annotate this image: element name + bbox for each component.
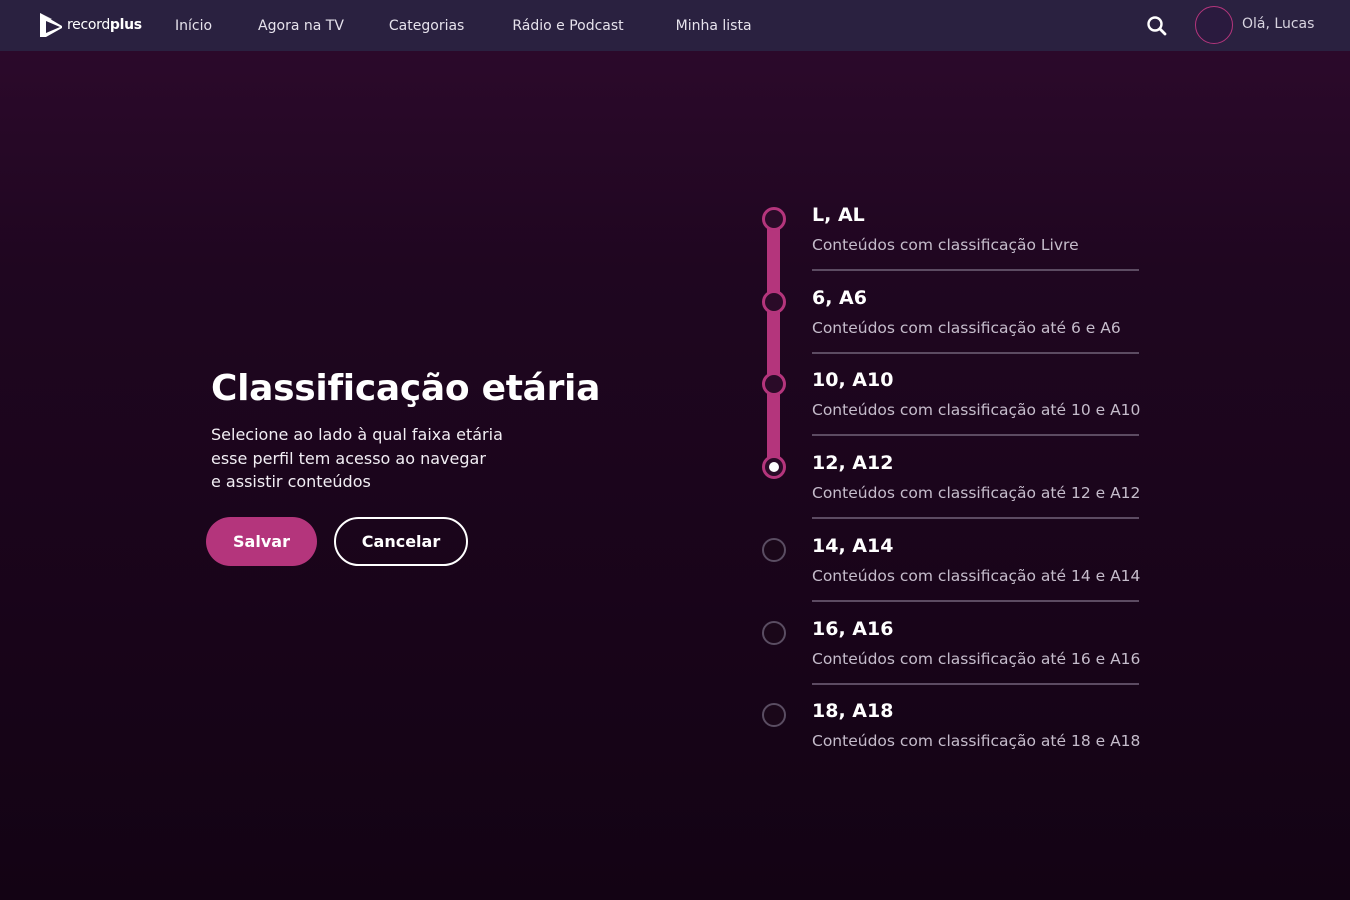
divider <box>812 352 1139 354</box>
rating-radio[interactable] <box>762 207 786 231</box>
rating-option-18-a18[interactable]: 18, A18 Conteúdos com classificação até … <box>760 699 1140 782</box>
rating-radio[interactable] <box>762 621 786 645</box>
divider <box>812 269 1139 271</box>
nav-item-minha-lista[interactable]: Minha lista <box>676 18 752 34</box>
rating-label: 16, A16 <box>812 618 894 640</box>
logo-text-light: record <box>67 17 110 33</box>
rating-description: Conteúdos com classificação até 14 e A14 <box>812 567 1141 585</box>
rating-option-14-a14[interactable]: 14, A14 Conteúdos com classificação até … <box>760 534 1140 617</box>
description-line: Selecione ao lado à qual faixa etária <box>211 425 503 444</box>
save-button[interactable]: Salvar <box>206 517 317 566</box>
cancel-button[interactable]: Cancelar <box>334 517 468 566</box>
nav-item-agora-na-tv[interactable]: Agora na TV <box>258 18 344 34</box>
rating-radio[interactable] <box>762 290 786 314</box>
top-nav-bar: recordplus Início Agora na TV Categorias… <box>0 0 1350 51</box>
search-button[interactable] <box>1145 14 1169 38</box>
rating-description: Conteúdos com classificação até 12 e A12 <box>812 484 1141 502</box>
rating-option-10-a10[interactable]: 10, A10 Conteúdos com classificação até … <box>760 368 1140 451</box>
rating-label: 18, A18 <box>812 700 894 722</box>
divider <box>812 434 1139 436</box>
divider <box>812 683 1139 685</box>
page-title: Classificação etária <box>211 368 601 409</box>
rating-description: Conteúdos com classificação Livre <box>812 236 1079 254</box>
user-greeting[interactable]: Olá, Lucas <box>1242 16 1314 32</box>
rating-option-12-a12[interactable]: 12, A12 Conteúdos com classificação até … <box>760 451 1140 534</box>
rating-option-16-a16[interactable]: 16, A16 Conteúdos com classificação até … <box>760 617 1140 700</box>
rating-radio[interactable] <box>762 703 786 727</box>
rating-radio[interactable] <box>762 372 786 396</box>
rating-label: 14, A14 <box>812 535 894 557</box>
nav-item-inicio[interactable]: Início <box>175 18 212 34</box>
rating-option-6-a6[interactable]: 6, A6 Conteúdos com classificação até 6 … <box>760 286 1140 369</box>
play-logo-icon <box>40 13 62 37</box>
rating-radio[interactable] <box>762 538 786 562</box>
rating-radio[interactable] <box>762 455 786 479</box>
description-line: e assistir conteúdos <box>211 472 371 491</box>
recordplus-logo[interactable]: recordplus <box>38 11 142 39</box>
nav-item-radio-e-podcast[interactable]: Rádio e Podcast <box>512 18 623 34</box>
page-description: Selecione ao lado à qual faixa etária es… <box>211 423 541 494</box>
search-icon <box>1147 16 1167 36</box>
divider <box>812 517 1139 519</box>
divider <box>812 600 1139 602</box>
nav-item-categorias[interactable]: Categorias <box>389 18 464 34</box>
rating-description: Conteúdos com classificação até 18 e A18 <box>812 732 1141 750</box>
rating-description: Conteúdos com classificação até 16 e A16 <box>812 650 1141 668</box>
description-line: esse perfil tem acesso ao navegar <box>211 448 486 468</box>
rating-description: Conteúdos com classificação até 10 e A10 <box>812 401 1141 419</box>
rating-label: 10, A10 <box>812 369 894 391</box>
logo-text: recordplus <box>67 17 142 33</box>
rating-label: L, AL <box>812 204 865 226</box>
rating-label: 6, A6 <box>812 287 867 309</box>
rating-description: Conteúdos com classificação até 6 e A6 <box>812 319 1121 337</box>
logo-text-bold: plus <box>109 17 142 33</box>
avatar[interactable] <box>1195 6 1233 44</box>
main-navigation: Início Agora na TV Categorias Rádio e Po… <box>175 0 752 51</box>
rating-option-l-al[interactable]: L, AL Conteúdos com classificação Livre <box>760 203 1140 286</box>
rating-label: 12, A12 <box>812 452 894 474</box>
